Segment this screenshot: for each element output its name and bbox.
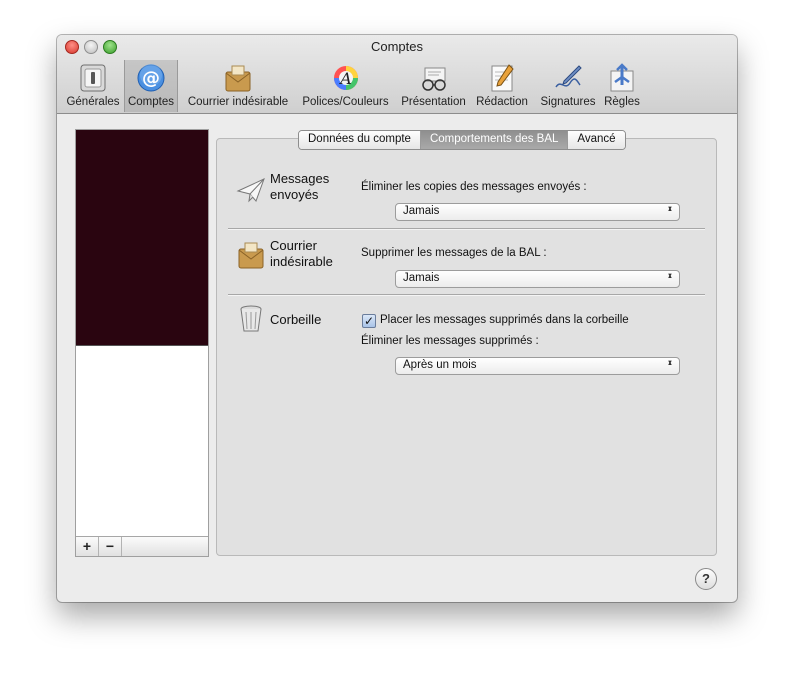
- trash-erase-label: Éliminer les messages supprimés :: [361, 335, 539, 347]
- toolbar-item-accounts[interactable]: @ Comptes: [124, 60, 178, 112]
- sent-section-title: Messages envoyés: [270, 171, 329, 203]
- general-switch-icon: [80, 64, 106, 92]
- toolbar-item-label: Générales: [66, 96, 120, 108]
- section-divider: [228, 294, 705, 296]
- sent-title-line2: envoyés: [270, 187, 319, 202]
- viewing-glasses-icon: [421, 67, 446, 91]
- tab-mailbox-behaviors[interactable]: Comportements des BAL: [420, 131, 569, 149]
- sent-title-line1: Messages: [270, 171, 330, 186]
- toolbar-item-label: Polices/Couleurs: [302, 96, 389, 108]
- tab-advanced[interactable]: Avancé: [568, 131, 625, 149]
- toolbar-item-general[interactable]: Générales: [62, 61, 124, 111]
- svg-text:A: A: [338, 69, 352, 88]
- junk-section-title: Courrier indésirable: [270, 238, 333, 270]
- tab-bar: Données du compte Comportements des BAL …: [298, 130, 626, 150]
- titlebar: Comptes Générales @ Comptes Courrier ind…: [57, 35, 737, 114]
- toolbar-item-viewing[interactable]: Présentation: [396, 61, 471, 111]
- sent-erase-popup[interactable]: Jamais ▲ ▼: [395, 203, 680, 221]
- toolbar-item-label: Présentation: [401, 96, 466, 108]
- junk-erase-label: Supprimer les messages de la BAL :: [361, 247, 547, 259]
- remove-account-button[interactable]: −: [99, 537, 122, 556]
- junk-title-line2: indésirable: [270, 254, 333, 269]
- tab-account-information[interactable]: Données du compte: [299, 131, 421, 149]
- trash-erase-popup[interactable]: Après un mois ▲ ▼: [395, 357, 680, 375]
- move-to-trash-checkbox[interactable]: ✓: [362, 314, 376, 328]
- help-button[interactable]: ?: [695, 568, 717, 590]
- toolbar-item-rules[interactable]: Règles: [602, 61, 642, 111]
- rules-arrows-icon: [610, 63, 634, 92]
- trash-erase-popup-value: Après un mois: [403, 359, 477, 371]
- sent-paper-plane-icon: [236, 178, 265, 203]
- toolbar-item-label: Signatures: [540, 96, 596, 108]
- junk-erase-popup[interactable]: Jamais ▲ ▼: [395, 270, 680, 288]
- preferences-window: Comptes Générales @ Comptes Courrier ind…: [57, 35, 737, 602]
- sent-erase-label: Éliminer les copies des messages envoyés…: [361, 181, 587, 193]
- sent-erase-popup-value: Jamais: [403, 205, 440, 217]
- trash-section-title: Corbeille: [270, 312, 322, 327]
- add-account-button[interactable]: +: [76, 537, 99, 556]
- window-title: Comptes: [370, 39, 424, 54]
- updown-arrows-icon: ▲ ▼: [667, 273, 673, 280]
- trash-can-icon: [240, 305, 262, 332]
- junk-mail-icon: [225, 65, 251, 92]
- accounts-list-footer: + −: [76, 536, 208, 556]
- toolbar-item-signatures[interactable]: Signatures: [533, 61, 603, 111]
- signature-pen-icon: [555, 65, 582, 88]
- updown-arrows-icon: ▲ ▼: [667, 206, 673, 213]
- junk-title-line1: Courrier: [270, 238, 317, 253]
- section-divider: [228, 228, 705, 230]
- move-to-trash-label: Placer les messages supprimés dans la co…: [380, 314, 629, 326]
- fonts-colors-icon: A: [333, 66, 358, 90]
- toolbar-item-fonts-colors[interactable]: A Polices/Couleurs: [298, 61, 393, 111]
- junk-mail-icon: [238, 242, 264, 269]
- junk-erase-popup-value: Jamais: [403, 272, 440, 284]
- composing-pencil-icon: [491, 64, 514, 92]
- toolbar-item-label: Comptes: [127, 96, 175, 108]
- toolbar-item-label: Courrier indésirable: [187, 96, 289, 108]
- toolbar-item-junk-mail[interactable]: Courrier indésirable: [180, 61, 296, 111]
- toolbar-item-label: Règles: [604, 96, 640, 108]
- selected-account-row[interactable]: [76, 130, 208, 346]
- updown-arrows-icon: ▲ ▼: [667, 360, 673, 367]
- toolbar-item-label: Rédaction: [476, 96, 528, 108]
- at-sign-icon: @: [137, 64, 165, 92]
- accounts-list[interactable]: + −: [75, 129, 209, 557]
- svg-text:@: @: [142, 68, 160, 89]
- toolbar-item-composing[interactable]: Rédaction: [471, 61, 533, 111]
